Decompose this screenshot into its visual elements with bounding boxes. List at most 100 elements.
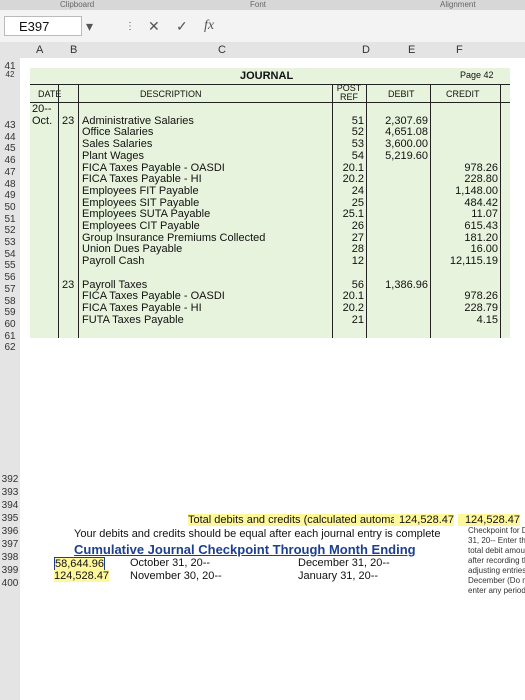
row-header[interactable]: 49 — [0, 190, 20, 201]
credit-cell: 978.26 — [464, 161, 498, 174]
journal-area: JOURNAL Page 42 DATE DESCRIPTION POST RE… — [30, 68, 510, 338]
post-ref-cell: 53 — [351, 138, 364, 151]
row-header[interactable]: 393 — [0, 487, 20, 498]
cancel-icon[interactable]: ✕ — [148, 18, 160, 35]
total-debit: 124,528.47 — [394, 514, 454, 526]
post-ref-cell: 12 — [351, 255, 364, 268]
row-header[interactable]: 50 — [0, 202, 20, 213]
name-box[interactable]: E397 — [4, 16, 82, 36]
row-header[interactable]: 57 — [0, 284, 20, 295]
description-cell: FUTA Taxes Payable — [82, 313, 184, 326]
row-header[interactable]: 398 — [0, 552, 20, 563]
row-header[interactable]: 399 — [0, 565, 20, 576]
column-d[interactable]: D — [362, 44, 370, 56]
font-group-label: Font — [250, 0, 267, 9]
row-header[interactable]: 394 — [0, 500, 20, 511]
credit-cell: 12,115.19 — [449, 255, 498, 268]
column-f[interactable]: F — [456, 44, 463, 56]
grid-line — [500, 84, 501, 338]
post-ref-cell: 20.1 — [342, 161, 364, 174]
row-header[interactable]: 400 — [0, 578, 20, 589]
description-cell: FICA Taxes Payable - OASDI — [82, 290, 225, 303]
row-header[interactable]: 392 — [0, 474, 20, 485]
date-day: 23 — [62, 114, 75, 127]
row-header[interactable]: 395 — [0, 513, 20, 524]
chevron-down-icon[interactable]: ▾ — [86, 18, 93, 35]
spreadsheet: A B C D E F 41 42 43 44 45 46 47 48 49 50 51 52 53… — [0, 42, 525, 700]
row-header[interactable]: 52 — [0, 225, 20, 236]
column-c[interactable]: C — [218, 44, 226, 56]
checkpoint-oct-amount[interactable]: 58,644.96 — [54, 557, 105, 571]
row-header[interactable]: 51 — [0, 214, 20, 225]
function-icon[interactable]: fx — [204, 18, 214, 34]
checkpoint-title: Cumulative Journal Checkpoint Through Mo… — [74, 542, 416, 557]
row-header[interactable]: 61 — [0, 331, 20, 342]
row-header[interactable]: 53 — [0, 237, 20, 248]
checkpoint-nov-amount[interactable]: 124,528.47 — [54, 570, 110, 582]
grid-line — [366, 84, 367, 338]
debit-cell: 3,600.00 — [385, 138, 428, 151]
header-bottom-rule — [30, 102, 510, 103]
post-ref-cell: 20.2 — [342, 301, 364, 314]
credit-cell: 228.79 — [464, 301, 498, 314]
equality-note: Your debits and credits should be equal … — [74, 528, 441, 540]
description-cell: Payroll Taxes — [82, 278, 148, 291]
header-top-rule — [30, 84, 510, 85]
description-header: DESCRIPTION — [140, 89, 202, 99]
description-cell: Union Dues Payable — [82, 243, 183, 256]
credit-cell: 1,148.00 — [455, 184, 498, 197]
row-header[interactable]: 59 — [0, 307, 20, 318]
checkpoint-dec-date: December 31, 20-- — [298, 557, 390, 569]
column-b[interactable]: B — [70, 44, 77, 56]
post-ref-cell: 20.1 — [342, 290, 364, 303]
credit-cell: 228.80 — [464, 173, 498, 186]
credit-cell: 4.15 — [476, 313, 498, 326]
row-header[interactable]: 396 — [0, 526, 20, 537]
description-cell: Employees SUTA Payable — [82, 208, 211, 221]
post-ref-cell: 24 — [351, 184, 364, 197]
row-header[interactable]: 60 — [0, 319, 20, 330]
column-a[interactable]: A — [36, 44, 43, 56]
description-cell: Plant Wages — [82, 149, 144, 162]
date-month: 20-- — [32, 103, 52, 115]
grid-line — [78, 84, 79, 338]
post-ref-cell: 51 — [351, 114, 364, 127]
row-header[interactable]: 48 — [0, 179, 20, 190]
description-cell: Office Salaries — [82, 126, 154, 139]
credit-cell: 484.42 — [464, 196, 498, 209]
row-header[interactable]: 397 — [0, 539, 20, 550]
row-header[interactable]: 56 — [0, 272, 20, 283]
row-42[interactable]: 42 — [0, 70, 20, 79]
row-header[interactable]: 43 — [0, 120, 20, 131]
row-header[interactable]: 62 — [0, 342, 20, 353]
row-header[interactable]: 54 — [0, 249, 20, 260]
post-ref-cell: 52 — [351, 126, 364, 139]
row-header[interactable]: 55 — [0, 260, 20, 271]
credit-cell: 181.20 — [464, 231, 498, 244]
post-ref-header: POST REF — [336, 83, 362, 102]
description-cell: Employees FIT Payable — [82, 184, 199, 197]
row-header[interactable]: 45 — [0, 143, 20, 154]
date-day: 23 — [62, 278, 75, 291]
description-cell: FICA Taxes Payable - OASDI — [82, 161, 225, 174]
row-header[interactable]: 58 — [0, 296, 20, 307]
checkpoint-side-note: Checkpoint for Dec 31, 20-- Enter the to… — [468, 526, 525, 595]
row-headers: 41 42 43 44 45 46 47 48 49 50 51 52 53 54 55 56 57 58 59… — [0, 58, 21, 700]
description-cell: Employees CIT Payable — [82, 220, 200, 232]
description-cell: Payroll Cash — [82, 255, 145, 268]
row-header[interactable]: 44 — [0, 132, 20, 143]
debit-cell: 4,651.08 — [385, 126, 428, 139]
column-headers: A B C D E F — [0, 42, 525, 59]
credit-cell: 11.07 — [471, 208, 498, 221]
checkpoint-jan-date: January 31, 20-- — [298, 570, 379, 582]
description-cell: Employees SIT Payable — [82, 196, 200, 209]
worksheet-grid[interactable]: JOURNAL Page 42 DATE DESCRIPTION POST RE… — [20, 58, 525, 700]
confirm-icon[interactable]: ✓ — [176, 18, 188, 35]
row-header[interactable]: 46 — [0, 155, 20, 166]
post-ref-cell: 25 — [351, 196, 364, 209]
column-e[interactable]: E — [408, 44, 415, 56]
clipboard-group-label: Clipboard — [60, 0, 95, 9]
debit-header: DEBIT — [388, 89, 415, 99]
row-header[interactable]: 47 — [0, 167, 20, 178]
journal-title: JOURNAL — [240, 70, 294, 82]
